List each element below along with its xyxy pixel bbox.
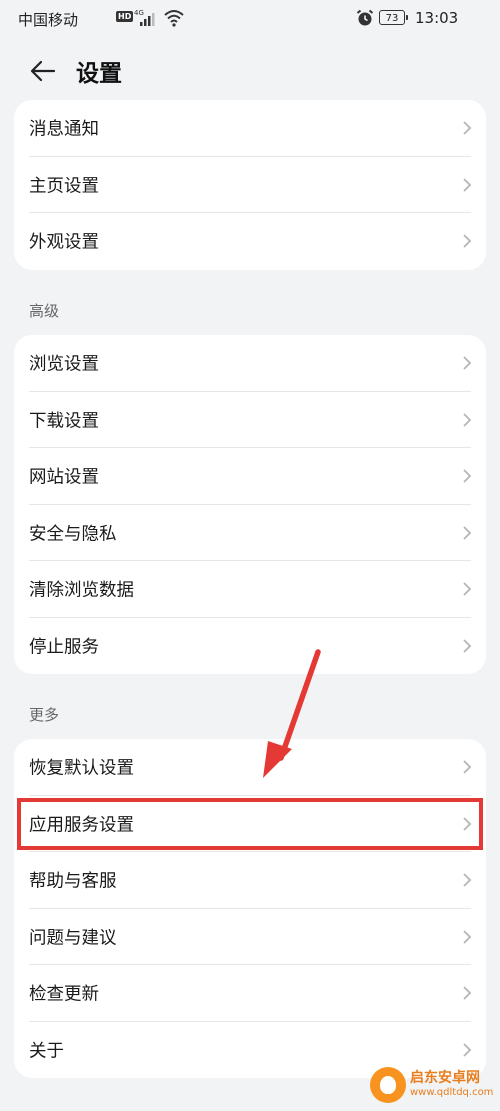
settings-card-more: 恢复默认设置 应用服务设置 帮助与客服 问题与建议 检查更新 关于 (14, 739, 486, 1078)
settings-item-label: 消息通知 (29, 119, 99, 140)
settings-item[interactable]: 外观设置 (14, 213, 486, 270)
carrier-name: 中国移动 (18, 11, 79, 29)
settings-item-label: 外观设置 (29, 232, 99, 253)
page-title: 设置 (76, 61, 122, 87)
hd-badge: HD (116, 11, 134, 22)
settings-item[interactable]: 问题与建议 (14, 909, 486, 965)
settings-item[interactable]: 安全与隐私 (14, 505, 486, 561)
settings-item-label: 下载设置 (29, 411, 99, 432)
chevron-right-icon (463, 121, 472, 135)
section-label-more: 更多 (29, 706, 60, 724)
settings-item-label: 网站设置 (29, 467, 99, 488)
settings-item-label: 恢复默认设置 (29, 758, 134, 779)
alarm-icon (355, 8, 375, 32)
settings-card-advanced: 浏览设置 下载设置 网站设置 安全与隐私 清除浏览数据 停止服务 (14, 335, 486, 674)
watermark-name: 启东安卓网 (410, 1070, 480, 1086)
settings-item[interactable]: 下载设置 (14, 392, 486, 448)
settings-item-label: 停止服务 (29, 637, 99, 658)
chevron-right-icon (463, 873, 472, 887)
clock: 13:03 (415, 9, 459, 27)
chevron-right-icon (463, 526, 472, 540)
section-label-advanced: 高级 (29, 302, 60, 320)
chevron-right-icon (463, 178, 472, 192)
settings-item-label: 问题与建议 (29, 928, 117, 949)
header: 设置 (0, 46, 500, 96)
settings-item[interactable]: 网站设置 (14, 448, 486, 505)
settings-item-label: 安全与隐私 (29, 524, 117, 545)
settings-item-label: 浏览设置 (29, 354, 99, 375)
watermark-logo-icon (370, 1067, 406, 1103)
settings-item[interactable]: 清除浏览数据 (14, 561, 486, 618)
settings-item-label: 检查更新 (29, 984, 99, 1005)
watermark-url: www.qdltdq.com (410, 1087, 494, 1098)
settings-item[interactable]: 检查更新 (14, 965, 486, 1022)
settings-item[interactable]: 主页设置 (14, 157, 486, 213)
chevron-right-icon (463, 639, 472, 653)
chevron-right-icon (463, 760, 472, 774)
chevron-right-icon (463, 234, 472, 248)
settings-item-label: 主页设置 (29, 176, 99, 197)
chevron-right-icon (463, 356, 472, 370)
chevron-right-icon (463, 930, 472, 944)
settings-item[interactable]: 消息通知 (14, 100, 486, 157)
settings-item-label: 清除浏览数据 (29, 580, 134, 601)
settings-item[interactable]: 恢复默认设置 (14, 739, 486, 796)
chevron-right-icon (463, 469, 472, 483)
chevron-right-icon (463, 582, 472, 596)
cellular-signal-icon: 4G (134, 8, 158, 32)
chevron-right-icon (463, 986, 472, 1000)
chevron-right-icon (463, 1043, 472, 1057)
highlight-box (17, 798, 483, 850)
wifi-icon (163, 8, 185, 32)
watermark-logo: 启东安卓网 www.qdltdq.com (370, 1064, 498, 1106)
back-arrow-icon[interactable] (28, 56, 58, 86)
status-bar: 中国移动 HD 4G 73 13:03 (0, 0, 500, 38)
settings-item[interactable]: 帮助与客服 (14, 852, 486, 909)
settings-item[interactable]: 停止服务 (14, 618, 486, 675)
settings-item[interactable]: 浏览设置 (14, 335, 486, 392)
settings-item-label: 关于 (29, 1041, 64, 1062)
settings-card-general: 消息通知 主页设置 外观设置 (14, 100, 486, 270)
settings-item-label: 帮助与客服 (29, 871, 117, 892)
battery-icon: 73 (379, 10, 408, 25)
network-type: 4G (134, 9, 144, 17)
chevron-right-icon (463, 413, 472, 427)
